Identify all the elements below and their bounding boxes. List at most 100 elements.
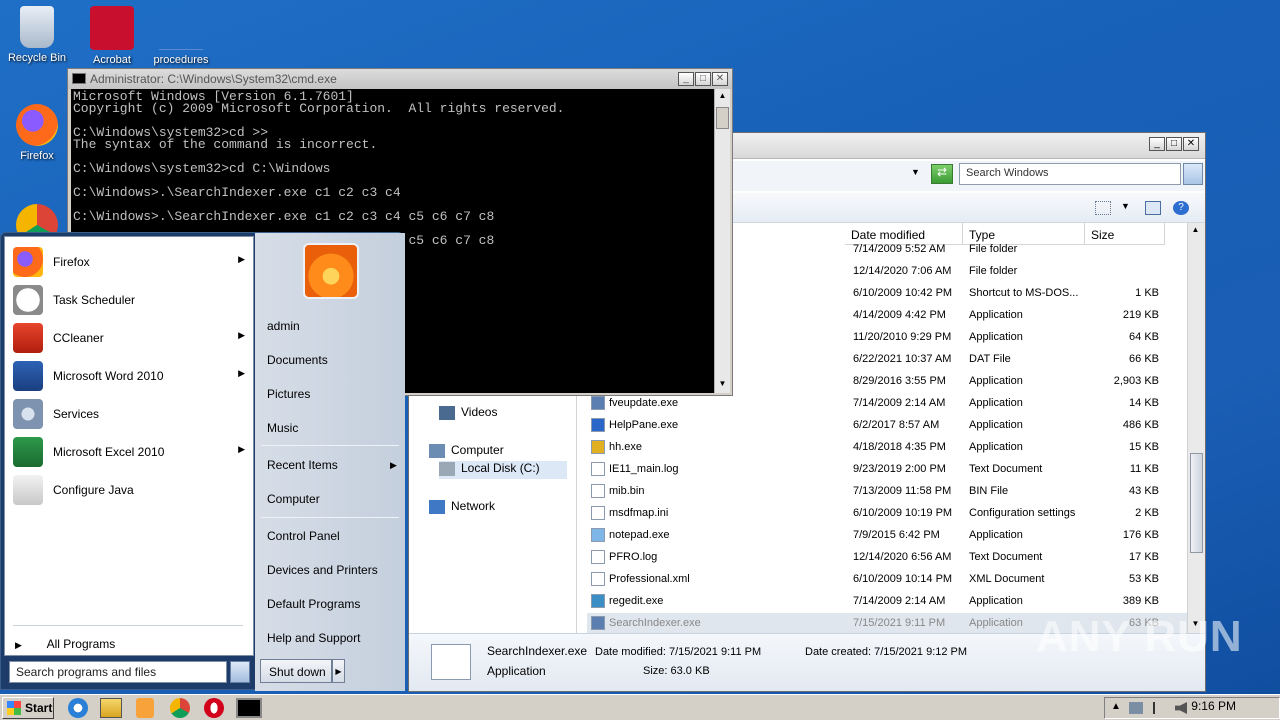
cell-size: 2,903 KB: [1113, 375, 1159, 387]
nav-label: Local Disk (C:): [461, 461, 540, 475]
refresh-button[interactable]: ⇄: [931, 164, 953, 184]
chevron-right-icon[interactable]: ▶: [332, 659, 345, 683]
table-row[interactable]: fveupdate.exe 7/14/2009 2:14 AM Applicatio…: [587, 393, 1187, 415]
cmd-titlebar[interactable]: Administrator: C:\Windows\System32\cmd.e…: [68, 69, 732, 89]
scroll-up-icon[interactable]: ▲: [1189, 223, 1202, 237]
shutdown-button[interactable]: Shut down: [260, 659, 332, 683]
minimize-button[interactable]: _: [1149, 137, 1165, 151]
java-icon: [13, 475, 43, 505]
start-search-input[interactable]: Search programs and files: [9, 661, 227, 683]
table-row[interactable]: IE11_main.log 9/23/2019 2:00 PM Text Docum…: [587, 459, 1187, 481]
firefox-icon: [16, 104, 58, 146]
file-icon: [591, 396, 605, 410]
cell-type: Application: [969, 441, 1023, 453]
anyrun-watermark: ANY RUN: [1036, 612, 1243, 661]
start-program-item[interactable]: Firefox ▶: [9, 243, 251, 279]
desktop-icon-recycle-bin[interactable]: Recycle Bin: [0, 6, 74, 64]
table-row[interactable]: msdfmap.ini 6/10/2009 10:19 PM Configurati…: [587, 503, 1187, 525]
maximize-button[interactable]: □: [695, 72, 711, 86]
computer-icon: [429, 444, 445, 458]
start-button[interactable]: Start: [2, 697, 54, 719]
cell-size: 11 KB: [1129, 463, 1159, 475]
explorer-icon[interactable]: [100, 698, 122, 718]
cell-type: Configuration settings: [969, 507, 1076, 519]
scroll-up-icon[interactable]: ▲: [716, 89, 729, 103]
file-icon: [591, 528, 605, 542]
table-row[interactable]: hh.exe 4/18/2018 4:35 PM Application 15 KB: [587, 437, 1187, 459]
cmd-icon[interactable]: [236, 698, 262, 718]
search-icon[interactable]: [1183, 163, 1203, 185]
minimize-button[interactable]: _: [678, 72, 694, 86]
scrollbar[interactable]: ▲ ▼: [714, 89, 730, 393]
start-link-devices-printers[interactable]: Devices and Printers: [267, 563, 378, 577]
desktop-icon-acrobat[interactable]: Acrobat: [75, 6, 149, 66]
desktop-icon-procedures[interactable]: procedures: [144, 6, 218, 66]
scrollbar-thumb[interactable]: [716, 107, 729, 129]
preview-pane-icon[interactable]: [1145, 201, 1161, 215]
start-link-documents[interactable]: Documents: [267, 353, 328, 367]
chrome-icon[interactable]: [170, 698, 190, 718]
desktop-icon-label: Firefox: [20, 150, 54, 162]
network-icon[interactable]: [1129, 702, 1143, 714]
cell-date: 6/2/2017 8:57 AM: [853, 419, 940, 431]
scroll-down-icon[interactable]: ▼: [716, 377, 729, 391]
recycle-bin-icon: [20, 6, 54, 48]
opera-icon[interactable]: [204, 698, 224, 718]
nav-item-local-disk[interactable]: Local Disk (C:): [439, 461, 567, 479]
start-link-computer[interactable]: Computer: [267, 492, 320, 506]
chevron-up-icon[interactable]: ▲: [1111, 701, 1121, 712]
maximize-button[interactable]: □: [1166, 137, 1182, 151]
table-row[interactable]: Professional.xml 6/10/2009 10:14 PM XML Do…: [587, 569, 1187, 591]
start-program-item[interactable]: Configure Java: [9, 471, 251, 507]
help-icon[interactable]: ?: [1173, 201, 1189, 215]
table-row[interactable]: PFRO.log 12/14/2020 6:56 AM Text Document 1…: [587, 547, 1187, 569]
cell-type: Application: [969, 529, 1023, 541]
cell-size: 15 KB: [1129, 441, 1159, 453]
ie-icon[interactable]: [68, 698, 88, 718]
cell-type: Application: [969, 617, 1023, 629]
close-button[interactable]: ✕: [1183, 137, 1199, 151]
cell-size: 64 KB: [1129, 331, 1159, 343]
console-line: C:\Windows\system32>cd C:\Windows: [73, 161, 331, 176]
windows-logo-icon: [7, 701, 21, 715]
search-input[interactable]: Search Windows: [959, 163, 1181, 185]
desktop-icon-firefox[interactable]: Firefox: [0, 104, 74, 162]
volume-icon[interactable]: [1175, 702, 1187, 714]
table-row[interactable]: notepad.exe 7/9/2015 6:42 PM Application 17…: [587, 525, 1187, 547]
start-program-item[interactable]: Microsoft Word 2010 ▶: [9, 357, 251, 393]
excel-icon: [13, 437, 43, 467]
start-program-item[interactable]: CCleaner ▶: [9, 319, 251, 355]
start-link-help-support[interactable]: Help and Support: [267, 631, 360, 645]
media-player-icon[interactable]: [136, 698, 154, 718]
nav-item-network[interactable]: Network: [429, 499, 495, 517]
scrollbar-thumb[interactable]: [1190, 453, 1203, 553]
view-options-icon[interactable]: [1095, 201, 1111, 215]
file-icon: [591, 550, 605, 564]
start-link-recent-items[interactable]: Recent Items: [267, 458, 338, 472]
table-row[interactable]: regedit.exe 7/14/2009 2:14 AM Application 3…: [587, 591, 1187, 613]
start-program-item[interactable]: Task Scheduler: [9, 281, 251, 317]
chevron-down-icon[interactable]: ▼: [1121, 201, 1137, 215]
all-programs-button[interactable]: ▶ All Programs: [15, 637, 115, 651]
nav-item-videos[interactable]: Videos: [439, 405, 497, 423]
table-row[interactable]: mib.bin 7/13/2009 11:58 PM BIN File 43 KB: [587, 481, 1187, 503]
close-button[interactable]: ✕: [712, 72, 728, 86]
start-link-user[interactable]: admin: [267, 319, 300, 333]
start-link-control-panel[interactable]: Control Panel: [267, 529, 340, 543]
table-row[interactable]: HelpPane.exe 6/2/2017 8:57 AM Application 4…: [587, 415, 1187, 437]
clock[interactable]: 9:16 PM: [1191, 699, 1236, 713]
search-icon[interactable]: [230, 661, 250, 683]
start-link-default-programs[interactable]: Default Programs: [267, 597, 360, 611]
cell-date: 8/29/2016 3:55 PM: [853, 375, 946, 387]
nav-item-computer[interactable]: Computer: [429, 443, 504, 461]
chevron-down-icon[interactable]: ▼: [911, 167, 920, 177]
start-program-item[interactable]: Microsoft Excel 2010 ▶: [9, 433, 251, 469]
scrollbar[interactable]: ▲ ▼: [1187, 223, 1205, 633]
cell-name: msdfmap.ini: [609, 507, 669, 519]
flag-icon[interactable]: [1153, 702, 1165, 714]
user-avatar[interactable]: [303, 243, 359, 299]
start-program-item[interactable]: Services: [9, 395, 251, 431]
file-icon: [591, 594, 605, 608]
start-link-pictures[interactable]: Pictures: [267, 387, 310, 401]
start-link-music[interactable]: Music: [267, 421, 298, 435]
